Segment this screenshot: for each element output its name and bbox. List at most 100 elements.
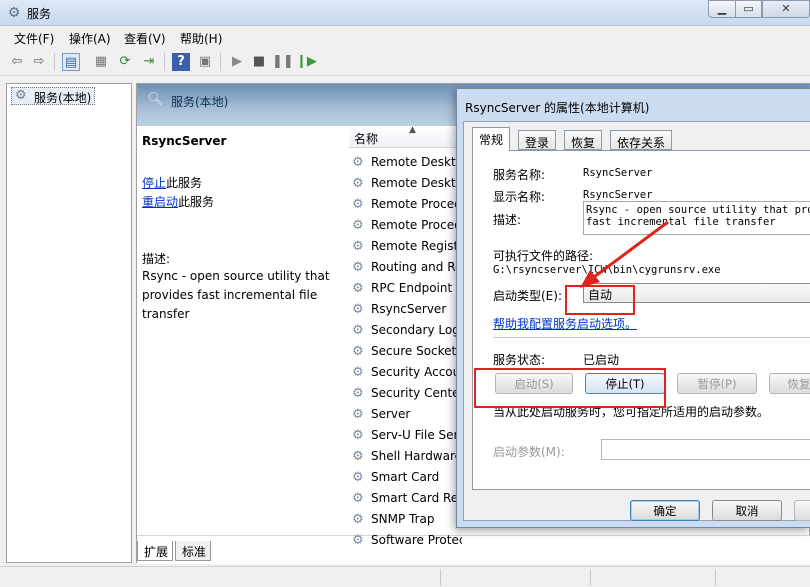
- pause-icon[interactable]: ❚❚: [272, 53, 294, 71]
- service-row[interactable]: ⚙ Remote Desktop: [352, 152, 462, 173]
- sort-up-icon: ▲: [409, 125, 416, 135]
- service-gear-icon: ⚙: [352, 344, 364, 359]
- service-name-label: 服务名称:: [493, 168, 546, 182]
- service-row-label: Smart Card: [371, 470, 440, 484]
- tab-logon[interactable]: 登录: [518, 130, 557, 150]
- service-row[interactable]: ⚙ RPC Endpoint Mapper: [352, 278, 462, 299]
- tab-dependencies[interactable]: 依存关系: [610, 130, 673, 150]
- minimize-button[interactable]: ▁: [708, 0, 736, 18]
- properties-icon[interactable]: ▦: [92, 53, 110, 71]
- service-row[interactable]: ⚙ RsyncServer: [352, 299, 462, 320]
- annotation-arrow: [580, 220, 669, 288]
- service-row[interactable]: ⚙ Security Accounts: [352, 362, 462, 383]
- tab-general[interactable]: 常规: [472, 127, 511, 151]
- service-row[interactable]: ⚙ Shell Hardware: [352, 446, 462, 467]
- service-row[interactable]: ⚙ Remote Registry: [352, 236, 462, 257]
- dialog-body: 常规 登录 恢复 依存关系 服务名称: RsyncServer 显示名称: Rs…: [463, 121, 810, 521]
- menu-view[interactable]: 查看(V): [124, 30, 166, 47]
- menu-action[interactable]: 操作(A): [69, 30, 111, 47]
- service-row-label: Routing and Remote: [371, 260, 462, 274]
- export-icon[interactable]: ⇥: [140, 53, 158, 71]
- status-segment: [440, 569, 590, 586]
- restart-service-suffix: 此服务: [178, 195, 215, 209]
- service-row[interactable]: ⚙ Server: [352, 404, 462, 425]
- stop-service-line: 停止此服务: [142, 174, 202, 191]
- service-row[interactable]: ⚙ Smart Card: [352, 467, 462, 488]
- tab-extended[interactable]: 扩展: [137, 541, 174, 561]
- description-label: 描述:: [142, 252, 171, 266]
- service-row-label: RsyncServer: [371, 302, 447, 316]
- forward-arrow-icon[interactable]: ⇨: [30, 53, 48, 71]
- service-gear-icon: ⚙: [352, 260, 364, 275]
- menu-file[interactable]: 文件(F): [14, 30, 54, 47]
- restart-icon[interactable]: ❙▶: [296, 53, 317, 71]
- service-gear-icon: ⚙: [352, 302, 364, 317]
- toolbar-separator: [164, 53, 165, 71]
- service-row-label: Remote Desktop: [371, 176, 462, 190]
- service-gear-icon: ⚙: [352, 512, 364, 527]
- service-gear-icon: ⚙: [352, 470, 364, 485]
- service-row[interactable]: ⚙ Remote Desktop: [352, 173, 462, 194]
- display-name-label: 显示名称:: [493, 190, 546, 204]
- services-gear-icon: ⚙: [7, 5, 21, 21]
- restart-service-link[interactable]: 重启动: [142, 195, 178, 209]
- ok-button[interactable]: 确定: [630, 500, 700, 521]
- tab-recovery[interactable]: 恢复: [564, 130, 603, 150]
- back-arrow-icon[interactable]: ⇦: [8, 53, 26, 71]
- service-row[interactable]: ⚙ Software Protect: [352, 530, 462, 551]
- console-icon[interactable]: ▣: [196, 53, 214, 71]
- stop-service-suffix: 此服务: [166, 176, 203, 190]
- column-header-label: 名称: [354, 132, 379, 146]
- status-segment: [590, 569, 715, 586]
- startup-help-link[interactable]: 帮助我配置服务启动选项。: [493, 315, 637, 332]
- service-row[interactable]: ⚙ Serv-U File Server: [352, 425, 462, 446]
- service-row[interactable]: ⚙ Routing and Remote: [352, 257, 462, 278]
- service-gear-icon: ⚙: [352, 491, 364, 506]
- resume-button[interactable]: 恢复: [769, 373, 810, 394]
- service-gear-icon: ⚙: [352, 449, 364, 464]
- play-icon[interactable]: ▶: [228, 53, 246, 71]
- tree-item-label: 服务(本地): [34, 91, 92, 105]
- service-row-label: Secondary Logon: [371, 323, 462, 337]
- service-row-label: RPC Endpoint Mapper: [371, 281, 462, 295]
- service-row[interactable]: ⚙ Security Center: [352, 383, 462, 404]
- service-row-label: Serv-U File Server: [371, 428, 462, 442]
- tab-standard[interactable]: 标准: [175, 541, 212, 561]
- service-gear-icon: ⚙: [352, 176, 364, 191]
- service-row[interactable]: ⚙ Remote Procedure: [352, 194, 462, 215]
- toolbar-separator: [220, 53, 221, 71]
- service-gear-icon: ⚙: [352, 197, 364, 212]
- service-gear-icon: ⚙: [352, 323, 364, 338]
- service-gear-icon: ⚙: [352, 218, 364, 233]
- service-row[interactable]: ⚙ Remote Procedure: [352, 215, 462, 236]
- service-row-label: Remote Desktop: [371, 155, 462, 169]
- service-row[interactable]: ⚙ SNMP Trap: [352, 509, 462, 530]
- apply-button[interactable]: [794, 500, 810, 521]
- service-status-label: 服务状态:: [493, 353, 546, 367]
- service-row[interactable]: ⚙ Secondary Logon: [352, 320, 462, 341]
- services-gear-icon: ⚙: [15, 88, 27, 103]
- service-row[interactable]: ⚙ Secure Socket: [352, 341, 462, 362]
- start-params-input[interactable]: [601, 439, 810, 460]
- menu-help[interactable]: 帮助(H): [180, 30, 222, 47]
- refresh-icon[interactable]: ⟳: [116, 53, 134, 71]
- stop-service-link[interactable]: 停止: [142, 176, 166, 190]
- show-tree-icon[interactable]: ▤: [62, 53, 80, 71]
- service-row-label: SNMP Trap: [371, 512, 435, 526]
- close-button[interactable]: ✕: [762, 0, 810, 18]
- tree-item-services-local[interactable]: ⚙ 服务(本地): [11, 87, 96, 105]
- pause-button[interactable]: 暂停(P): [677, 373, 757, 394]
- cancel-button[interactable]: 取消: [712, 500, 782, 521]
- service-row[interactable]: ⚙ Smart Card Removal: [352, 488, 462, 509]
- dialog-title: RsyncServer 的属性(本地计算机): [465, 101, 650, 115]
- service-row-label: Software Protect: [371, 533, 462, 547]
- display-name-value: RsyncServer: [583, 189, 653, 201]
- service-gear-icon: ⚙: [352, 239, 364, 254]
- service-row-label: Remote Procedure: [371, 218, 462, 232]
- service-gear-icon: ⚙: [352, 428, 364, 443]
- stop-icon[interactable]: ■: [250, 53, 268, 71]
- help-icon[interactable]: ?: [172, 53, 190, 71]
- status-segment: [715, 569, 810, 586]
- service-row-label: Server: [371, 407, 411, 421]
- maximize-button[interactable]: ▭: [735, 0, 762, 18]
